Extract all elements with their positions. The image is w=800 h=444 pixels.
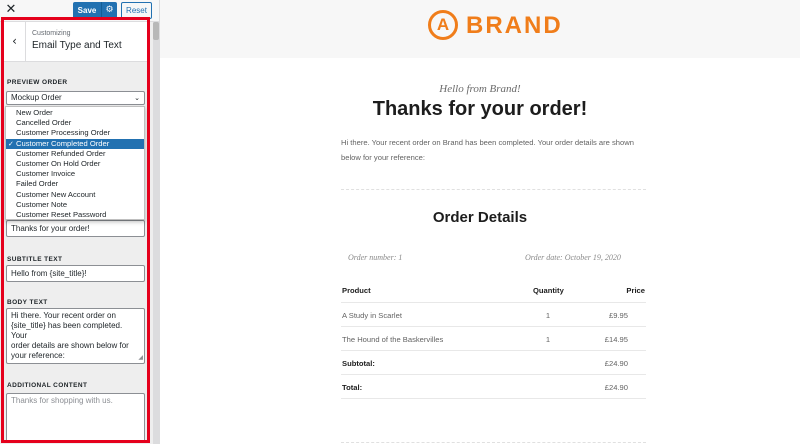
- preview-order-value: Mockup Order: [11, 93, 62, 102]
- dropdown-option[interactable]: Cancelled Order: [6, 118, 144, 128]
- save-button[interactable]: Save: [73, 2, 101, 19]
- dropdown-option-label: Failed Order: [16, 179, 59, 189]
- order-date: Order date: October 19, 2020: [525, 253, 621, 262]
- dropdown-option[interactable]: ✓ Customer Completed Order: [6, 138, 144, 149]
- body-text-label: BODY TEXT: [7, 299, 48, 306]
- table-row: The Hound of the Baskervilles 1 £14.95: [341, 327, 646, 351]
- dropdown-option[interactable]: Customer Invoice: [6, 169, 144, 179]
- gear-icon[interactable]: ⚙: [101, 2, 117, 19]
- subtitle-text-label: SUBTITLE TEXT: [7, 256, 63, 263]
- subtotal-label: Subtotal:: [342, 359, 375, 368]
- subtotal-value: £24.90: [604, 359, 628, 368]
- total-label: Total:: [342, 383, 363, 392]
- dropdown-option-label: Customer Refunded Order: [16, 148, 106, 158]
- product-price: £9.95: [608, 311, 628, 320]
- column-header-product: Product: [342, 286, 371, 295]
- section-title: Email Type and Text: [32, 40, 122, 51]
- dropdown-option[interactable]: Customer Processing Order: [6, 128, 144, 138]
- heading-text-field[interactable]: Thanks for your order!: [6, 220, 145, 237]
- brand-name: BRAND: [466, 12, 563, 39]
- sidebar-scrollbar[interactable]: [153, 22, 159, 444]
- preview-order-dropdown: New Order Cancelled Order Customer Process…: [5, 106, 145, 220]
- dropdown-option[interactable]: Customer Reset Password: [6, 210, 144, 220]
- email-intro-text: Hi there. Your recent order on Brand has…: [341, 138, 634, 162]
- customizer-sidebar: ✕ Save ⚙ Reset ‹ Customizing Email Type …: [0, 0, 160, 444]
- product-name: A Study in Scarlet: [342, 311, 402, 320]
- table-header-row: Product Quantity Price: [341, 278, 646, 303]
- dropdown-option-label: Customer Processing Order: [16, 128, 111, 138]
- dropdown-option-label: Cancelled Order: [16, 118, 72, 128]
- dropdown-option-label: New Order: [16, 108, 53, 117]
- preview-order-label: PREVIEW ORDER: [7, 79, 68, 86]
- section-pre-title: Customizing: [32, 30, 71, 37]
- divider: [341, 442, 646, 443]
- order-table: Product Quantity Price A Study in Scarle…: [341, 278, 646, 399]
- table-row: A Study in Scarlet 1 £9.95: [341, 303, 646, 327]
- product-name: The Hound of the Baskervilles: [342, 335, 444, 344]
- dropdown-option[interactable]: Customer New Account: [6, 190, 144, 200]
- checkmark-icon: ✓: [8, 139, 14, 148]
- product-quantity: 1: [545, 311, 551, 320]
- dropdown-option[interactable]: Customer Note: [6, 200, 144, 210]
- email-body: Hello from Brand! Thanks for your order!…: [160, 58, 800, 444]
- dropdown-option-label: Customer Reset Password: [16, 209, 107, 219]
- dropdown-option-label: Customer Note: [16, 199, 68, 209]
- product-price: £14.95: [604, 335, 628, 344]
- column-header-price: Price: [626, 286, 645, 295]
- customizer-topbar: ✕ Save ⚙ Reset: [0, 0, 159, 22]
- additional-content-textarea[interactable]: Thanks for shopping with us.: [6, 393, 145, 443]
- dropdown-option-label: Customer Completed Order: [16, 138, 110, 148]
- additional-content-label: ADDITIONAL CONTENT: [7, 382, 88, 389]
- back-arrow-icon[interactable]: ‹: [4, 22, 26, 62]
- email-subtitle: Hello from Brand!: [439, 83, 521, 95]
- brand-header: A BRAND: [160, 0, 800, 58]
- dropdown-option[interactable]: New Order: [6, 108, 144, 118]
- column-header-quantity: Quantity: [533, 286, 564, 295]
- divider: [341, 189, 646, 190]
- email-preview: A BRAND Hello from Brand! Thanks for you…: [160, 0, 800, 444]
- body-text-textarea[interactable]: Hi there. Your recent order on {site_tit…: [6, 308, 145, 364]
- chevron-down-icon: ⌄: [134, 94, 140, 102]
- order-number: Order number: 1: [348, 253, 403, 262]
- body-text-value: Hi there. Your recent order on {site_tit…: [11, 311, 129, 360]
- order-details-title: Order Details: [432, 209, 528, 226]
- product-quantity: 1: [545, 335, 551, 344]
- subtotal-row: Subtotal: £24.90: [341, 351, 646, 375]
- dropdown-option-label: Customer Invoice: [16, 169, 76, 179]
- dropdown-option[interactable]: Customer Refunded Order: [6, 149, 144, 159]
- email-heading: Thanks for your order!: [372, 98, 588, 120]
- total-row: Total: £24.90: [341, 375, 646, 399]
- reset-button[interactable]: Reset: [121, 2, 152, 19]
- dropdown-option[interactable]: Failed Order: [6, 179, 144, 189]
- scrollbar-thumb[interactable]: [153, 22, 159, 40]
- total-value: £24.90: [604, 383, 628, 392]
- subtitle-text-field[interactable]: Hello from {site_title}!: [6, 265, 145, 282]
- preview-order-select[interactable]: Mockup Order ⌄: [6, 91, 145, 105]
- section-header: ‹ Customizing Email Type and Text: [4, 22, 150, 62]
- close-icon[interactable]: ✕: [4, 3, 18, 17]
- dropdown-option[interactable]: Customer On Hold Order: [6, 159, 144, 169]
- dropdown-option-label: Customer New Account: [16, 189, 96, 199]
- resize-handle-icon[interactable]: ◢: [138, 353, 143, 363]
- dropdown-option-label: Customer On Hold Order: [16, 158, 101, 168]
- brand-logo-icon: A: [428, 10, 458, 40]
